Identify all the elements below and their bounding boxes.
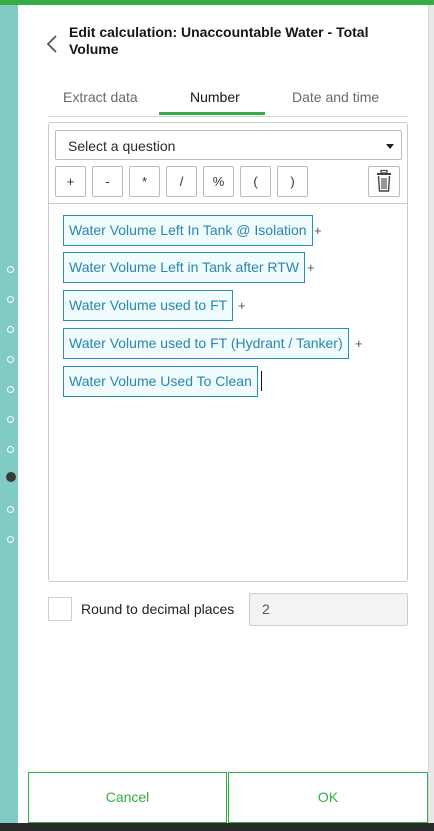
bottom-bar (0, 823, 434, 831)
operator-close-paren-button[interactable]: ) (277, 166, 308, 197)
chevron-left-icon (46, 35, 57, 53)
trash-icon (377, 169, 391, 192)
page-dot[interactable] (7, 386, 14, 393)
page-dot[interactable] (7, 506, 14, 513)
question-select[interactable]: Select a question (55, 130, 402, 160)
dialog-footer: Cancel OK (28, 772, 428, 823)
calculation-editor: Select a question + - * / % ( ) Water Vo… (48, 122, 408, 582)
operator-multiply-button[interactable]: * (129, 166, 160, 197)
page-dot-active[interactable] (6, 472, 16, 482)
panel-title: Edit calculation: Unaccountable Water - … (69, 24, 369, 57)
formula-operator: + (238, 298, 246, 313)
delete-button[interactable] (368, 166, 400, 197)
round-label: Round to decimal places (81, 601, 235, 617)
formula-operator: + (314, 223, 322, 238)
page-dot[interactable] (7, 266, 14, 273)
page-dot[interactable] (7, 356, 14, 363)
cancel-button[interactable]: Cancel (28, 772, 227, 823)
formula-chip[interactable]: Water Volume Used To Clean (63, 366, 258, 397)
active-tab-indicator (159, 112, 265, 115)
calculation-tabs: Extract data Number Date and time (48, 87, 408, 117)
formula-operator: + (307, 260, 315, 275)
formula-chip[interactable]: Water Volume Left In Tank @ Isolation (63, 215, 313, 246)
page-dot[interactable] (7, 296, 14, 303)
right-edge-divider (428, 5, 434, 823)
formula-chip[interactable]: Water Volume Left in Tank after RTW (63, 252, 306, 283)
tab-date-and-time[interactable]: Date and time (292, 89, 379, 105)
page-dot[interactable] (7, 416, 14, 423)
operator-minus-button[interactable]: - (92, 166, 123, 197)
tab-number[interactable]: Number (190, 89, 240, 105)
left-navigation-strip (0, 5, 18, 823)
operator-divide-button[interactable]: / (166, 166, 197, 197)
panel-header: Edit calculation: Unaccountable Water - … (18, 5, 428, 75)
formula-area[interactable]: Water Volume Left In Tank @ Isolation + … (49, 203, 407, 581)
edit-calculation-panel: Edit calculation: Unaccountable Water - … (18, 5, 428, 823)
tab-extract-data[interactable]: Extract data (63, 89, 138, 105)
back-button[interactable] (44, 33, 60, 55)
question-select-label: Select a question (68, 138, 176, 154)
formula-chip[interactable]: Water Volume used to FT (63, 290, 234, 321)
decimal-places-input[interactable]: 2 (249, 593, 408, 626)
page-dot[interactable] (7, 326, 14, 333)
round-checkbox[interactable] (48, 597, 72, 621)
round-decimal-row: Round to decimal places 2 (48, 593, 408, 629)
caret-down-icon (386, 144, 394, 149)
operator-plus-button[interactable]: + (55, 166, 86, 197)
operator-open-paren-button[interactable]: ( (240, 166, 271, 197)
ok-button[interactable]: OK (228, 772, 428, 823)
formula-chip[interactable]: Water Volume used to FT (Hydrant / Tanke… (63, 328, 349, 359)
operator-percent-button[interactable]: % (203, 166, 234, 197)
text-cursor (261, 371, 262, 391)
page-dot[interactable] (7, 536, 14, 543)
formula-operator: + (355, 336, 363, 351)
page-dot[interactable] (7, 446, 14, 453)
